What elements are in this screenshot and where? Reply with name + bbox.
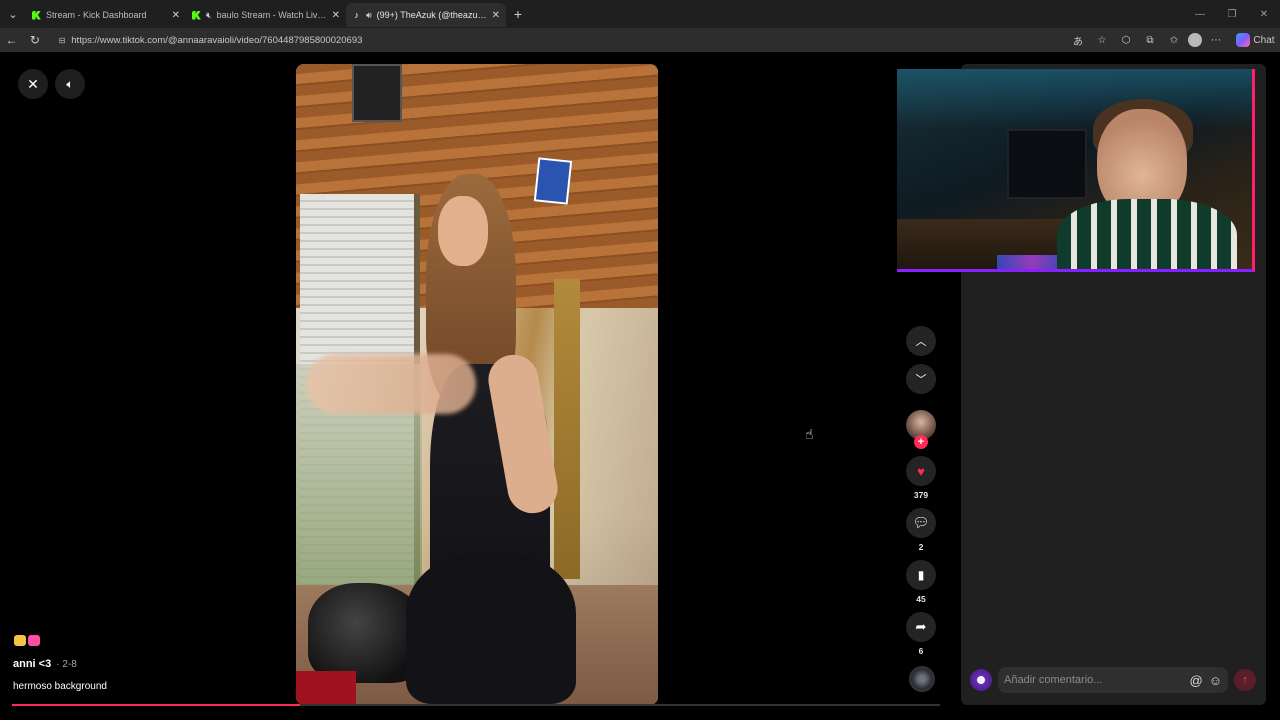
close-window-icon[interactable]: ✕ <box>1248 0 1280 28</box>
comment-icon: 💬︎ <box>912 515 930 530</box>
save-count: 45 <box>916 594 926 604</box>
badge-icon <box>28 635 40 646</box>
tab-title: Stream - Kick Dashboard <box>46 10 147 20</box>
emoji-icon[interactable]: ☺ <box>1209 673 1222 688</box>
video-author[interactable]: anni <3 · 2-8 <box>13 658 77 670</box>
copilot-chat-button[interactable]: Chat <box>1230 30 1280 50</box>
post-date: · 2-8 <box>56 659 77 670</box>
bookmark-icon: ▮ <box>917 568 925 582</box>
speaker-icon[interactable]: 🔊︎ <box>366 10 372 21</box>
speaker-icon: 🔈︎ <box>66 76 74 91</box>
like-count: 379 <box>913 490 929 500</box>
favorites-icon[interactable]: ✩ <box>1164 30 1184 50</box>
window-controls: — ❐ ✕ <box>1184 0 1280 28</box>
heart-icon: ♥ <box>917 463 925 479</box>
split-screen-icon[interactable]: ⧉ <box>1140 30 1160 50</box>
kick-icon <box>192 10 201 20</box>
more-options-icon[interactable]: ⋯ <box>1206 30 1226 50</box>
chat-label: Chat <box>1253 34 1275 46</box>
close-tab-icon[interactable]: ✕ <box>332 10 340 21</box>
follow-button[interactable]: + <box>914 435 928 449</box>
restore-icon[interactable]: ❐ <box>1216 0 1248 28</box>
badge-icon <box>14 635 26 646</box>
tiktok-video-page: ✕ 🔈︎ anni <3 · 2-8 hermoso background ︿ … <box>0 52 1280 720</box>
video-caption: hermoso background <box>13 681 107 692</box>
share-button[interactable]: ➦ <box>906 612 936 642</box>
kick-icon <box>32 10 41 20</box>
reload-button[interactable]: ↻ <box>23 28 46 52</box>
volume-button[interactable]: 🔈︎ <box>55 69 85 99</box>
toolbar-right: あ ☆ ⬡ ⧉ ✩ ⋯ Chat <box>1068 30 1280 50</box>
comment-input[interactable]: Añadir comentario... @ ☺ <box>998 667 1228 693</box>
tab-title: (99+) TheAzuk (@theazuk) | TikTok <box>376 10 487 20</box>
progress-fill <box>12 704 300 706</box>
close-tab-icon[interactable]: ✕ <box>492 10 500 21</box>
author-name[interactable]: anni <3 <box>13 658 51 670</box>
previous-video-button[interactable]: ︿ <box>906 326 936 356</box>
close-tab-icon[interactable]: ✕ <box>172 10 180 21</box>
comment-placeholder: Añadir comentario... <box>1004 674 1103 686</box>
close-video-button[interactable]: ✕ <box>18 69 48 99</box>
tab-tiktok[interactable]: ♪ 🔊︎ (99+) TheAzuk (@theazuk) | TikTok ✕ <box>346 3 506 27</box>
browser-tab-bar: ⌄ Stream - Kick Dashboard ✕ 🔇︎ baulo Str… <box>0 0 1280 28</box>
tab-title: baulo Stream - Watch Live on Kick <box>216 10 327 20</box>
extensions-icon[interactable]: ⬡ <box>1116 30 1136 50</box>
site-info-icon[interactable]: ⊟ <box>59 36 66 45</box>
save-button[interactable]: ▮ <box>906 560 936 590</box>
share-arrow-icon: ➦ <box>915 619 927 634</box>
tab-actions-menu-icon[interactable]: ⌄ <box>0 0 26 28</box>
video-player[interactable] <box>296 64 658 705</box>
minimize-icon[interactable]: — <box>1184 0 1216 28</box>
url-text: https://www.tiktok.com/@annaaravaioli/vi… <box>71 34 363 46</box>
mention-icon[interactable]: @ <box>1190 673 1203 688</box>
user-avatar <box>970 669 992 691</box>
author-badges <box>14 635 40 646</box>
music-disc-icon[interactable] <box>909 666 935 692</box>
copilot-icon <box>1235 33 1250 47</box>
tab-kick-dashboard[interactable]: Stream - Kick Dashboard ✕ <box>26 3 186 27</box>
next-video-button[interactable]: ﹀ <box>906 364 936 394</box>
address-bar-row: ← ↻ ⊟ https://www.tiktok.com/@annaaravai… <box>0 28 1280 52</box>
video-progress-bar[interactable] <box>12 704 940 706</box>
profile-avatar[interactable] <box>1187 33 1202 47</box>
tab-kick-stream[interactable]: 🔇︎ baulo Stream - Watch Live on Kick ✕ <box>186 3 346 27</box>
new-tab-button[interactable]: + <box>506 2 530 26</box>
comment-composer: Añadir comentario... @ ☺ ↑ <box>970 665 1260 695</box>
send-comment-button[interactable]: ↑ <box>1234 669 1256 691</box>
share-count: 6 <box>918 646 924 656</box>
tiktok-icon: ♪ <box>354 9 359 20</box>
hand-cursor-icon: ☝︎ <box>805 426 814 442</box>
webcam-overlay <box>897 69 1255 272</box>
send-arrow-icon: ↑ <box>1242 674 1248 686</box>
url-field[interactable]: ⊟ https://www.tiktok.com/@annaaravaioli/… <box>50 30 1060 50</box>
video-subject <box>306 174 576 705</box>
comment-count: 2 <box>918 542 924 552</box>
favorite-star-icon[interactable]: ☆ <box>1092 30 1112 50</box>
comment-button[interactable]: 💬︎ <box>906 508 936 538</box>
translate-icon[interactable]: あ <box>1068 30 1088 50</box>
back-button[interactable]: ← <box>0 28 23 52</box>
muted-speaker-icon[interactable]: 🔇︎ <box>206 10 212 21</box>
like-button[interactable]: ♥ <box>906 456 936 486</box>
